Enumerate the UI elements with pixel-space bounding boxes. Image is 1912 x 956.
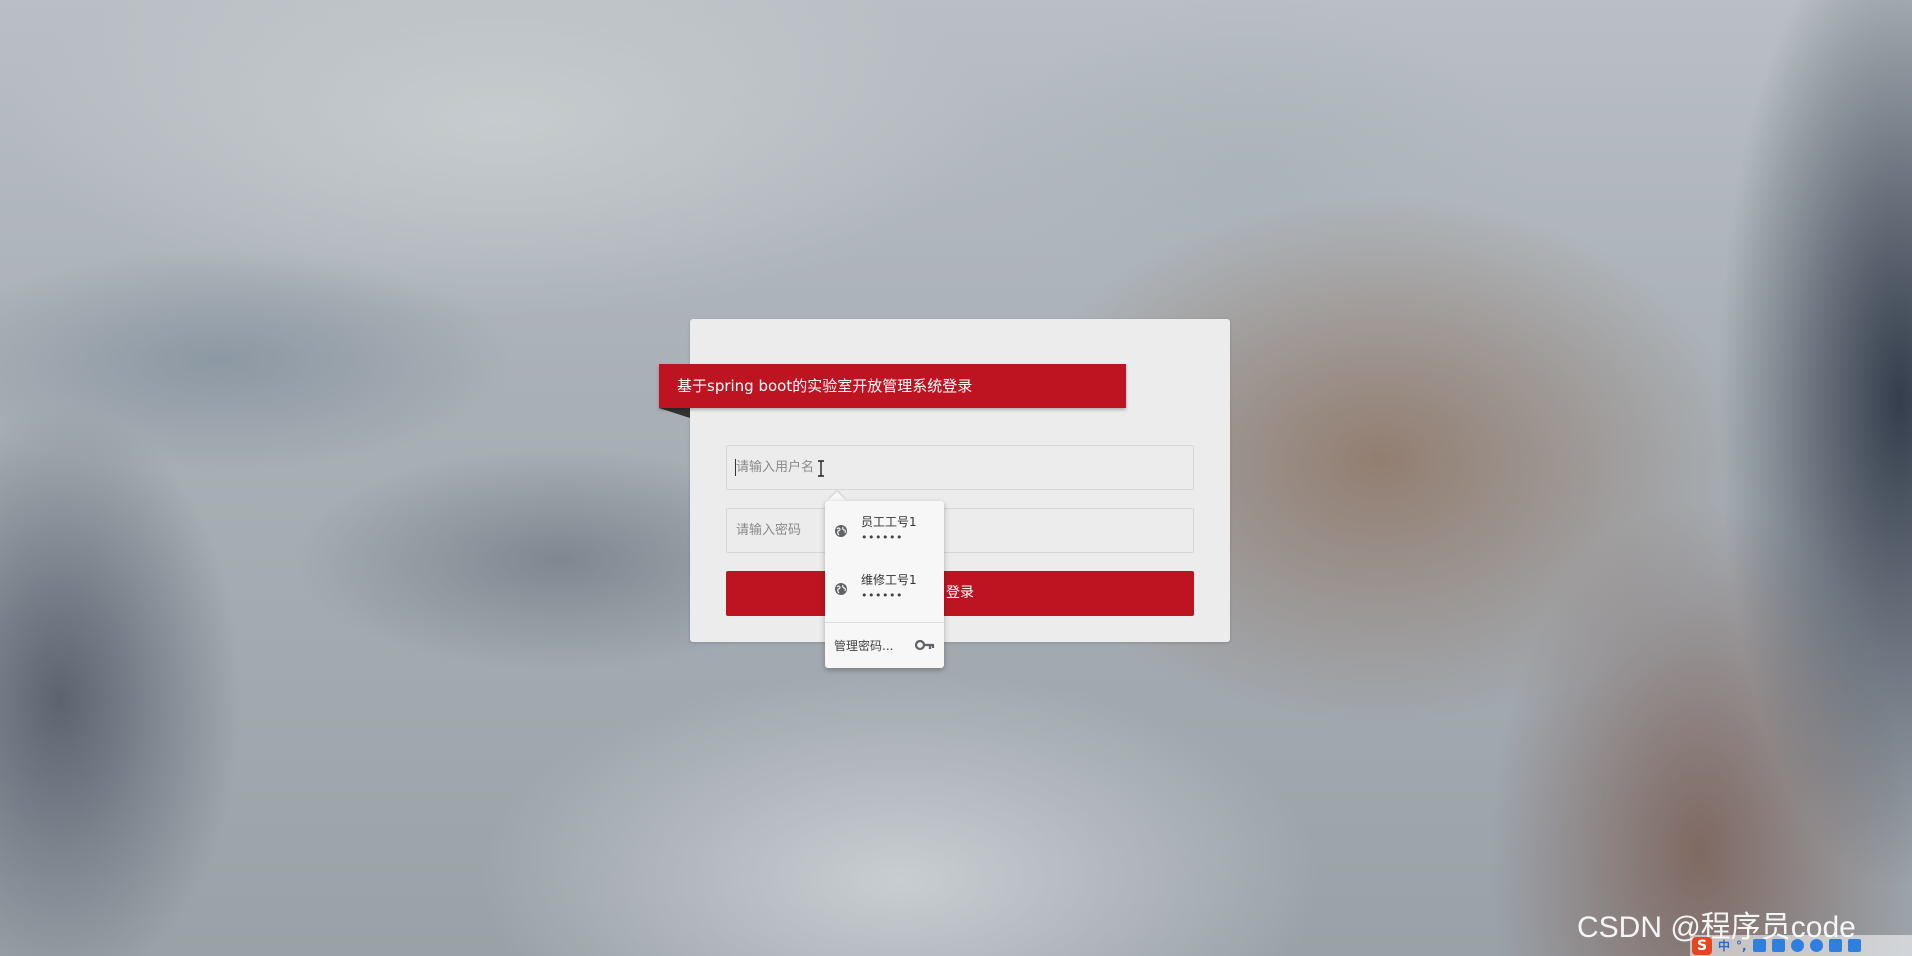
ime-mode-toggle[interactable]: 中: [1718, 937, 1730, 955]
globe-icon: [835, 525, 847, 537]
text-caret: [735, 459, 736, 476]
login-title: 基于spring boot的实验室开放管理系统登录: [659, 364, 1126, 408]
gamepad-icon[interactable]: [1809, 939, 1823, 952]
mic-icon[interactable]: [1752, 939, 1766, 952]
manage-passwords-label: 管理密码...: [834, 639, 894, 653]
key-icon: [915, 639, 935, 651]
autofill-credential-item[interactable]: 维修工号1 ••••••: [825, 561, 944, 618]
ibeam-cursor-icon: [818, 460, 824, 477]
title-ribbon-fold: [659, 408, 690, 418]
credential-password-mask: ••••••: [861, 531, 903, 544]
shirt-icon[interactable]: [1790, 939, 1804, 952]
credential-password-mask: ••••••: [861, 589, 903, 602]
password-placeholder: 请输入密码: [736, 523, 802, 538]
password-input[interactable]: 请输入密码: [726, 508, 1194, 553]
credential-username: 维修工号1: [861, 573, 917, 587]
tool-icon[interactable]: [1847, 939, 1861, 952]
autofill-credential-item[interactable]: 员工工号1 ••••••: [825, 503, 944, 560]
username-placeholder: 请输入用户名: [736, 460, 815, 475]
ime-toolbar: S 中 °,: [1690, 935, 1912, 956]
username-input[interactable]: 请输入用户名: [726, 445, 1194, 490]
grid-icon[interactable]: [1828, 939, 1842, 952]
login-button-label: 登录: [946, 585, 974, 601]
manage-passwords-item[interactable]: 管理密码...: [825, 624, 944, 666]
ime-punctuation-toggle[interactable]: °,: [1736, 937, 1747, 955]
keyboard-icon[interactable]: [1771, 939, 1785, 952]
login-button[interactable]: 登录: [726, 571, 1194, 616]
sogou-logo-icon[interactable]: S: [1692, 936, 1712, 955]
credential-username: 员工工号1: [861, 515, 917, 529]
autofill-divider: [825, 622, 944, 623]
globe-icon: [835, 583, 847, 595]
